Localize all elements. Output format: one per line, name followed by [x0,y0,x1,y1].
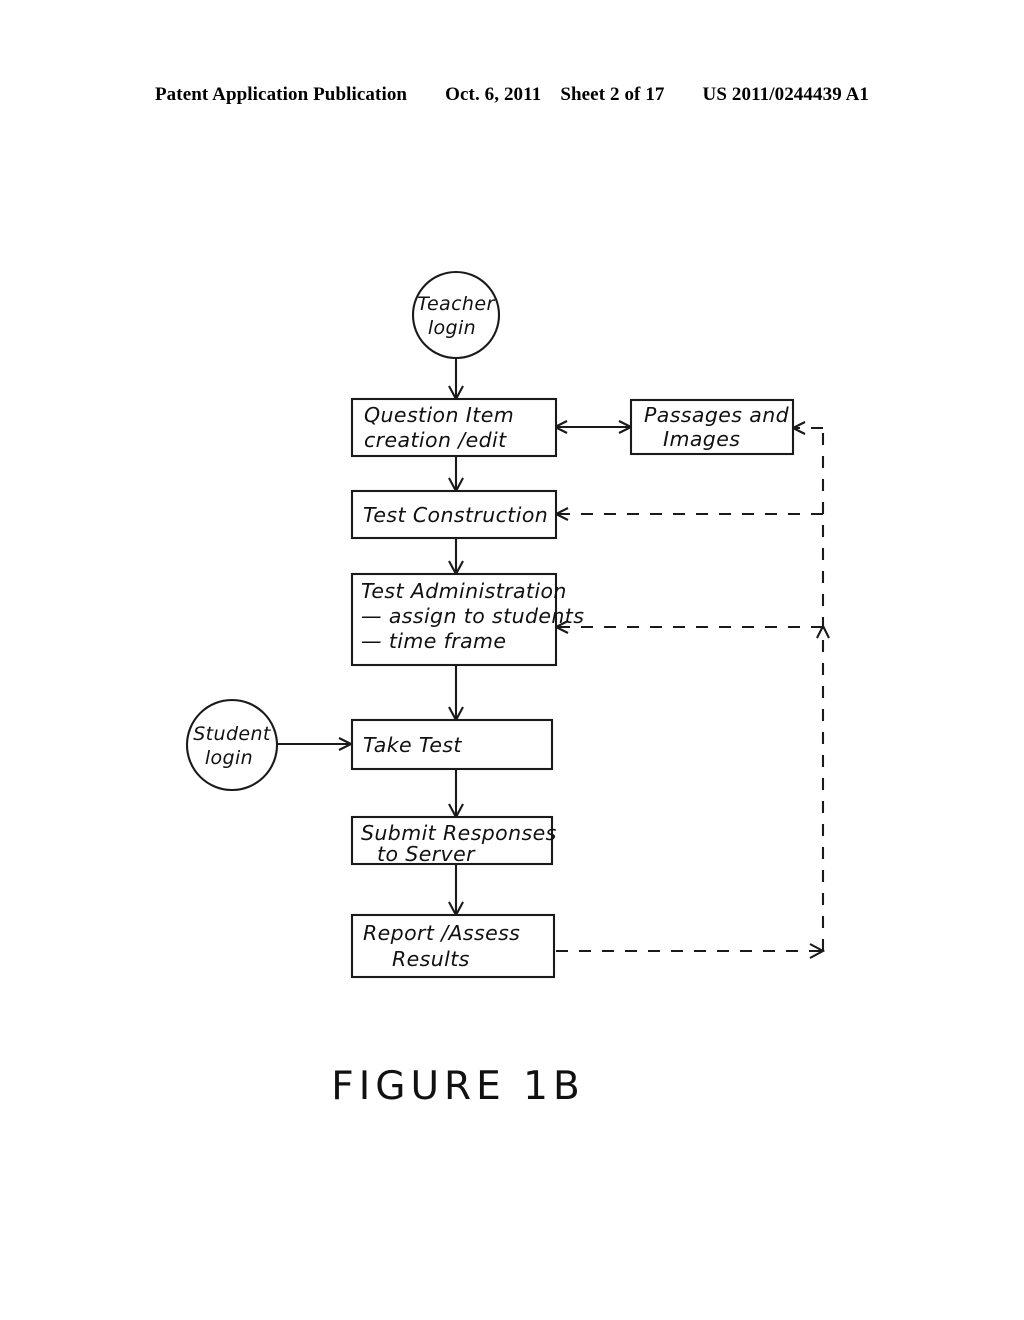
node-test-administration[interactable]: Test Administration — assign to students… [350,572,584,667]
student-login-label-line2: login [205,747,253,769]
test-construction-label: Test Construction [363,503,548,527]
node-teacher-login[interactable]: Teacher login [411,270,501,360]
edge-question-item-to-test-construction [448,456,464,494]
take-test-label: Take Test [363,733,462,757]
node-passages-and-images[interactable]: Passages and Images [629,398,795,456]
feedback-loop-dashed-bus [556,428,826,959]
edge-take-test-to-submit-responses [448,769,464,820]
edge-feedback-to-passages-images [790,421,823,435]
question-item-label-line2: creation /edit [364,428,507,452]
figure-flowchart: Teacher login Question Item creation /ed… [0,0,1024,1320]
node-submit-responses[interactable]: Submit Responses to Server [350,815,557,866]
teacher-login-label-line2: login [428,317,476,339]
teacher-login-label-line1: Teacher [417,293,495,315]
edge-test-construction-to-test-administration [448,538,464,577]
node-question-item-creation[interactable]: Question Item creation /edit [350,397,558,458]
edge-feedback-to-test-administration [553,620,830,639]
report-assess-label-line2: Results [392,947,470,971]
edge-student-login-to-take-test [277,737,354,751]
edge-submit-responses-to-report-assess [448,864,464,918]
test-administration-label-line1: Test Administration [361,579,567,603]
test-administration-label-line2: — assign to students [361,604,584,628]
node-test-construction[interactable]: Test Construction [350,489,558,540]
node-report-assess-results[interactable]: Report /Assess Results [350,913,556,979]
test-administration-label-line3: — time frame [361,629,506,653]
edge-feedback-to-test-construction [553,507,823,521]
report-assess-label-line1: Report /Assess [363,921,520,945]
edge-question-item-to-passages-images [552,420,634,434]
edge-teacher-login-to-question-item [448,357,464,402]
flowchart-svg: Teacher login Question Item creation /ed… [185,270,830,1109]
submit-responses-label-line2: to Server [377,842,476,866]
passages-images-label-line1: Passages and [644,403,790,427]
node-take-test[interactable]: Take Test [350,718,554,771]
student-login-label-line1: Student [193,723,272,745]
node-student-login[interactable]: Student login [185,698,279,792]
figure-caption: FIGURE 1B [331,1064,584,1109]
question-item-label-line1: Question Item [364,403,514,427]
edge-test-administration-to-take-test [448,665,464,723]
passages-images-label-line2: Images [663,427,740,451]
